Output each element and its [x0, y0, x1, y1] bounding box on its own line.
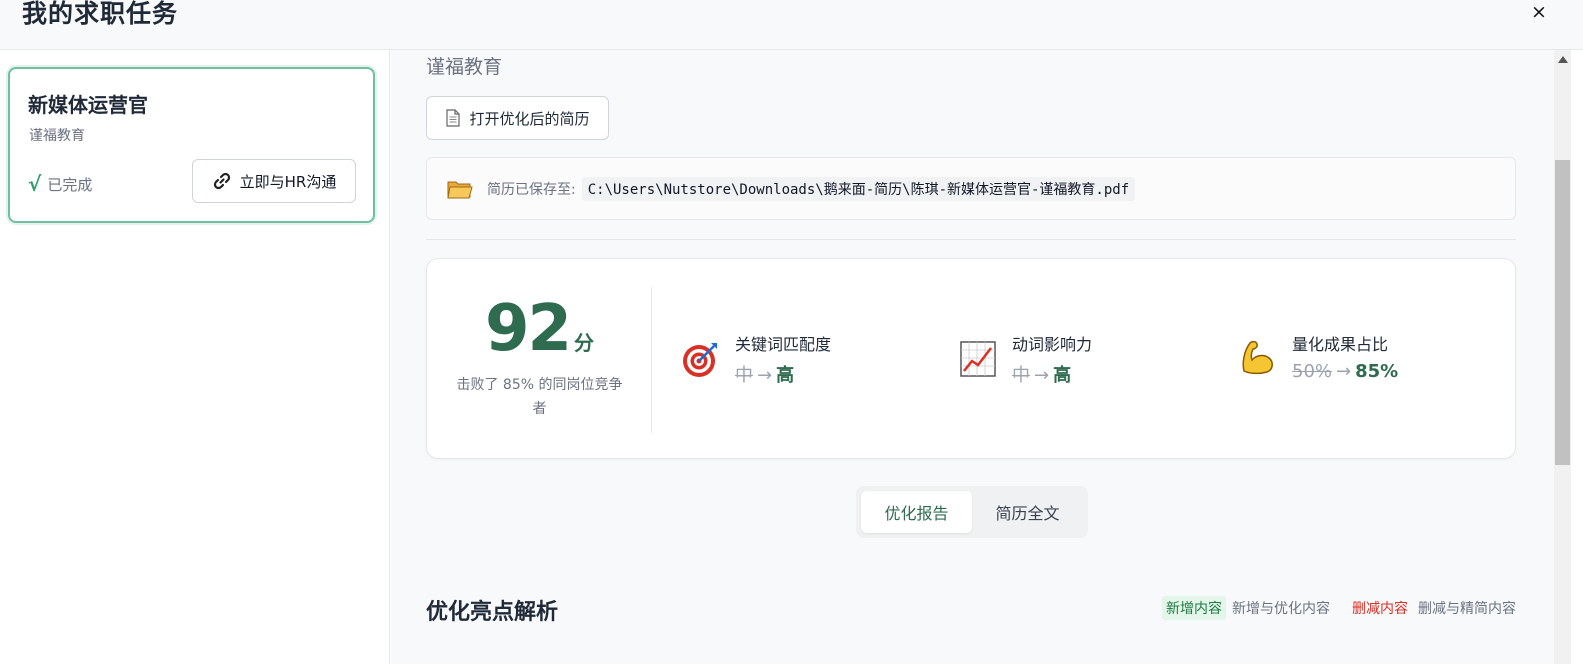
score-divider: [651, 287, 652, 433]
check-icon: √: [28, 172, 42, 196]
score-value: 92: [484, 292, 572, 366]
section-title: 优化亮点解析: [426, 600, 559, 625]
open-resume-button[interactable]: 打开优化后的简历: [426, 96, 609, 140]
score-unit: 分: [574, 331, 595, 355]
task-list-panel: 新媒体运营官 谨福教育 √ 已完成 立即与HR沟通: [0, 50, 390, 664]
metric-value: 50% → 85%: [1292, 361, 1398, 382]
saved-file-path[interactable]: C:\Users\Nutstore\Downloads\鹅来面-简历\陈琪-新媒…: [581, 176, 1136, 201]
metric-label: 量化成果占比: [1292, 335, 1389, 354]
score-card: 92 分 击败了 85% 的同岗位竞争者 关键词匹配度 中 → 高 动词影响力 …: [426, 258, 1516, 459]
diff-legend: 新增内容 新增与优化内容 删减内容 删减与精简内容: [1162, 596, 1516, 620]
target-icon: [683, 343, 717, 377]
modal-header: 我的求职任务 ×: [0, 0, 1583, 50]
score-block: 92 分 击败了 85% 的同岗位竞争者: [447, 289, 632, 421]
task-card[interactable]: 新媒体运营官 谨福教育 √ 已完成 立即与HR沟通: [8, 67, 375, 223]
task-company: 谨福教育: [29, 128, 85, 144]
saved-label: 简历已保存至:: [487, 181, 576, 198]
legend-add-text: 新增与优化内容: [1232, 601, 1330, 617]
metric-verb: 动词影响力 中 → 高: [958, 331, 1092, 387]
task-title: 新媒体运营官: [28, 93, 148, 117]
page-title: 我的求职任务: [22, 0, 179, 28]
metric-value: 中 → 高: [1012, 361, 1092, 387]
close-icon[interactable]: ×: [1527, 0, 1551, 24]
detail-panel: 谨福教育 打开优化后的简历 简历已保存至: C:\Users\Nutstore\…: [391, 50, 1554, 664]
chart-up-icon: [960, 341, 996, 377]
arrow: →: [1336, 361, 1352, 382]
arrow: →: [1034, 365, 1050, 386]
company-label: 谨福教育: [426, 56, 503, 78]
metric-label: 关键词匹配度: [735, 335, 832, 354]
legend-add-tag: 新增内容: [1162, 596, 1226, 620]
scroll-thumb[interactable]: [1555, 160, 1570, 465]
contact-hr-label: 立即与HR沟通: [239, 172, 337, 191]
scroll-up-arrow-icon[interactable]: [1558, 56, 1568, 63]
view-tabs: 优化报告 简历全文: [856, 486, 1088, 538]
metric-new: 85%: [1355, 361, 1399, 382]
metric-old: 中: [735, 365, 753, 386]
scrollbar[interactable]: [1554, 50, 1571, 664]
open-resume-label: 打开优化后的简历: [469, 109, 590, 128]
metric-old: 中: [1012, 365, 1030, 386]
document-icon: [446, 109, 461, 127]
saved-path-box: 简历已保存至: C:\Users\Nutstore\Downloads\鹅来面-…: [426, 157, 1516, 220]
metric-quantified: 量化成果占比 50% → 85%: [1238, 331, 1398, 382]
score-subtitle: 击败了 85% 的同岗位竞争者: [456, 377, 623, 417]
muscle-icon: [1242, 340, 1273, 374]
metric-value: 中 → 高: [735, 361, 831, 387]
metric-new: 高: [776, 365, 795, 386]
link-icon: [213, 172, 230, 190]
task-status: √ 已完成: [28, 172, 92, 196]
divider: [426, 239, 1516, 240]
legend-delete-text: 删减与精简内容: [1418, 601, 1516, 617]
contact-hr-button[interactable]: 立即与HR沟通: [192, 159, 356, 203]
tab-optimization-report[interactable]: 优化报告: [861, 491, 972, 533]
metric-new: 高: [1053, 365, 1072, 386]
tab-full-resume[interactable]: 简历全文: [972, 491, 1083, 533]
metric-keyword: 关键词匹配度 中 → 高: [681, 331, 831, 387]
legend-delete-tag: 删减内容: [1352, 601, 1408, 617]
folder-icon: [447, 181, 473, 198]
arrow: →: [757, 365, 773, 386]
metric-old: 50%: [1292, 361, 1333, 382]
status-text: 已完成: [47, 175, 93, 194]
metric-label: 动词影响力: [1012, 335, 1093, 354]
